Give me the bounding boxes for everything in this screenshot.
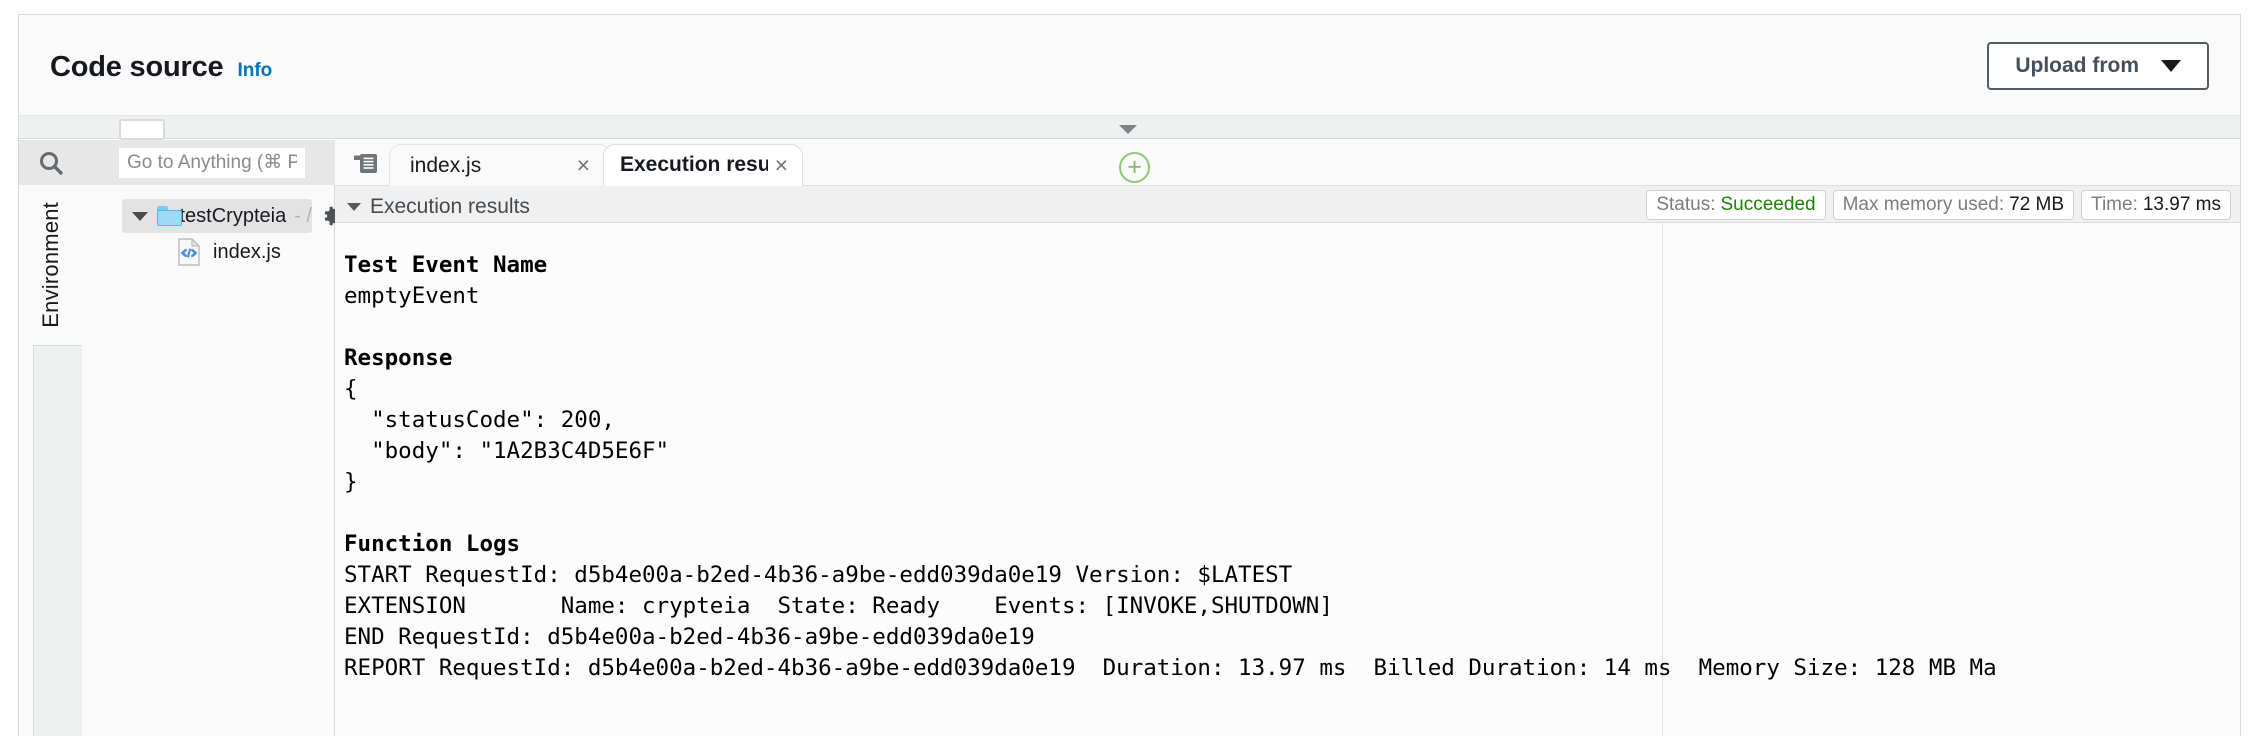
upload-from-button[interactable]: Upload from: [1987, 42, 2209, 90]
execution-log: Test Event Name emptyEvent Response { "s…: [344, 250, 1997, 684]
execution-status-badges: Status: Succeeded Max memory used: 72 MB…: [1646, 190, 2231, 220]
tree-item-label: index.js: [213, 240, 281, 263]
test-event-name-heading: Test Event Name: [344, 251, 548, 278]
chevron-down-icon[interactable]: [132, 211, 148, 221]
file-tree-panel: testCrypteia - / index.js: [82, 185, 363, 736]
max-memory-badge: Max memory used: 72 MB: [1832, 190, 2075, 220]
sidebar-tab-environment[interactable]: Environment: [19, 185, 82, 345]
execution-results-collapse-toggle[interactable]: Execution results: [347, 195, 530, 219]
editor-tabstrip: index.js × Execution results × +: [335, 140, 2240, 186]
panel-header: Code source Info Upload from: [19, 15, 2240, 115]
max-memory-badge-label: Max memory used:: [1842, 194, 2005, 215]
status-badge: Status: Succeeded: [1646, 190, 1826, 220]
time-badge-value: 13.97 ms: [2142, 194, 2221, 215]
search-toggle-button[interactable]: [19, 140, 82, 185]
search-input[interactable]: [119, 148, 305, 178]
function-logs-heading: Function Logs: [344, 530, 521, 557]
upload-from-button-label: Upload from: [2015, 54, 2139, 77]
collapse-chevron-icon[interactable]: [1119, 125, 1137, 134]
tree-item-index-js[interactable]: index.js: [176, 237, 281, 266]
tab-index-js[interactable]: index.js ×: [389, 144, 611, 186]
tab-list-icon[interactable]: [353, 152, 381, 181]
response-heading: Response: [344, 344, 453, 371]
rail-filler: [33, 345, 82, 736]
search-icon: [38, 150, 64, 176]
time-badge: Time: 13.97 ms: [2081, 190, 2231, 220]
time-badge-label: Time:: [2091, 194, 2138, 215]
page-title: Code source: [50, 51, 224, 83]
close-icon[interactable]: ×: [577, 154, 590, 177]
folder-icon: [157, 206, 182, 226]
chevron-down-icon: [2161, 60, 2181, 72]
splitter-drag-handle[interactable]: [119, 119, 165, 140]
tab-label: index.js: [410, 153, 482, 177]
info-link[interactable]: Info: [237, 60, 272, 82]
test-event-name-value: emptyEvent: [344, 282, 480, 309]
search-row: [82, 140, 335, 185]
sidebar-tab-environment-label: Environment: [37, 202, 63, 328]
execution-results-output[interactable]: Test Event Name emptyEvent Response { "s…: [335, 223, 2240, 736]
header-title-group: Code source Info: [50, 51, 272, 84]
execution-results-toolbar: Execution results Status: Succeeded Max …: [335, 186, 2240, 223]
status-badge-label: Status:: [1656, 194, 1716, 215]
tab-label: Execution results: [620, 153, 768, 176]
ide-body: Environment testCrypteia - /: [19, 140, 2240, 736]
tree-item-testcrypteia[interactable]: testCrypteia - /: [122, 199, 312, 233]
add-tab-button[interactable]: +: [1119, 152, 1150, 183]
function-logs-body: START RequestId: d5b4e00a-b2ed-4b36-a9be…: [344, 561, 1997, 681]
tab-execution-results[interactable]: Execution results ×: [603, 144, 803, 186]
chevron-down-icon: [347, 203, 361, 211]
panel-border-right: [2240, 14, 2241, 736]
left-rail: Environment: [19, 140, 82, 736]
plus-icon: +: [1127, 153, 1142, 181]
response-body: { "statusCode": 200, "body": "1A2B3C4D5E…: [344, 375, 670, 495]
max-memory-badge-value: 72 MB: [2009, 194, 2065, 215]
code-source-panel: Code source Info Upload from Environment…: [0, 0, 2258, 736]
editor-pane: index.js × Execution results × + Executi…: [335, 140, 2240, 736]
execution-results-title: Execution results: [370, 195, 530, 218]
close-icon[interactable]: ×: [775, 153, 788, 177]
tree-item-path: - /: [294, 204, 312, 227]
status-badge-value: Succeeded: [1720, 194, 1816, 215]
tree-item-label: testCrypteia: [179, 204, 287, 227]
js-file-icon: [176, 237, 202, 266]
